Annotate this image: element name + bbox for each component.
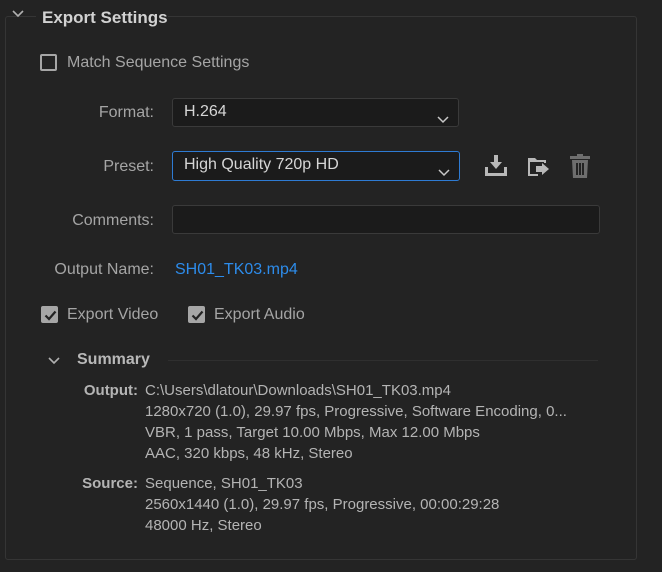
match-sequence-checkbox[interactable] bbox=[40, 54, 57, 71]
summary-output-line: VBR, 1 pass, Target 10.00 Mbps, Max 12.0… bbox=[145, 424, 480, 441]
summary-source-line: 2560x1440 (1.0), 29.97 fps, Progressive,… bbox=[145, 496, 500, 513]
save-preset-icon[interactable] bbox=[483, 153, 509, 179]
match-sequence-label[interactable]: Match Sequence Settings bbox=[67, 54, 249, 72]
export-video-checkbox[interactable] bbox=[41, 306, 58, 323]
export-settings-header[interactable]: Export Settings bbox=[0, 0, 662, 36]
output-name-link[interactable]: SH01_TK03.mp4 bbox=[175, 261, 298, 279]
summary-output-line: 1280x720 (1.0), 29.97 fps, Progressive, … bbox=[145, 403, 567, 420]
format-dropdown[interactable]: H.264 bbox=[172, 98, 459, 127]
output-name-label: Output Name: bbox=[54, 261, 154, 278]
summary-output-line: C:\Users\dlatour\Downloads\SH01_TK03.mp4 bbox=[145, 382, 451, 399]
chevron-down-icon[interactable] bbox=[48, 354, 60, 366]
import-preset-icon[interactable] bbox=[526, 153, 552, 179]
section-title: Export Settings bbox=[42, 8, 168, 27]
export-video-label[interactable]: Export Video bbox=[67, 306, 158, 324]
summary-title[interactable]: Summary bbox=[77, 351, 150, 369]
summary-divider bbox=[168, 360, 598, 361]
preset-value: High Quality 720p HD bbox=[184, 156, 339, 173]
format-value: H.264 bbox=[184, 103, 227, 120]
delete-preset-icon[interactable] bbox=[567, 153, 593, 179]
preset-dropdown[interactable]: High Quality 720p HD bbox=[172, 151, 460, 181]
summary-source-label: Source: bbox=[82, 475, 138, 492]
preset-label: Preset: bbox=[103, 158, 154, 175]
comments-label: Comments: bbox=[72, 212, 154, 229]
chevron-down-icon bbox=[438, 161, 450, 187]
summary-source-line: 48000 Hz, Stereo bbox=[145, 517, 262, 534]
chevron-down-icon[interactable] bbox=[12, 6, 24, 18]
comments-input[interactable] bbox=[172, 205, 600, 234]
checkmark-icon bbox=[191, 310, 204, 321]
checkmark-icon bbox=[44, 310, 57, 321]
chevron-down-icon bbox=[437, 108, 449, 134]
format-label: Format: bbox=[98, 104, 154, 121]
export-audio-label[interactable]: Export Audio bbox=[214, 306, 305, 324]
summary-output-line: AAC, 320 kbps, 48 kHz, Stereo bbox=[145, 445, 353, 462]
summary-output-label: Output: bbox=[83, 382, 138, 399]
export-audio-checkbox[interactable] bbox=[188, 306, 205, 323]
summary-source-line: Sequence, SH01_TK03 bbox=[145, 475, 303, 492]
